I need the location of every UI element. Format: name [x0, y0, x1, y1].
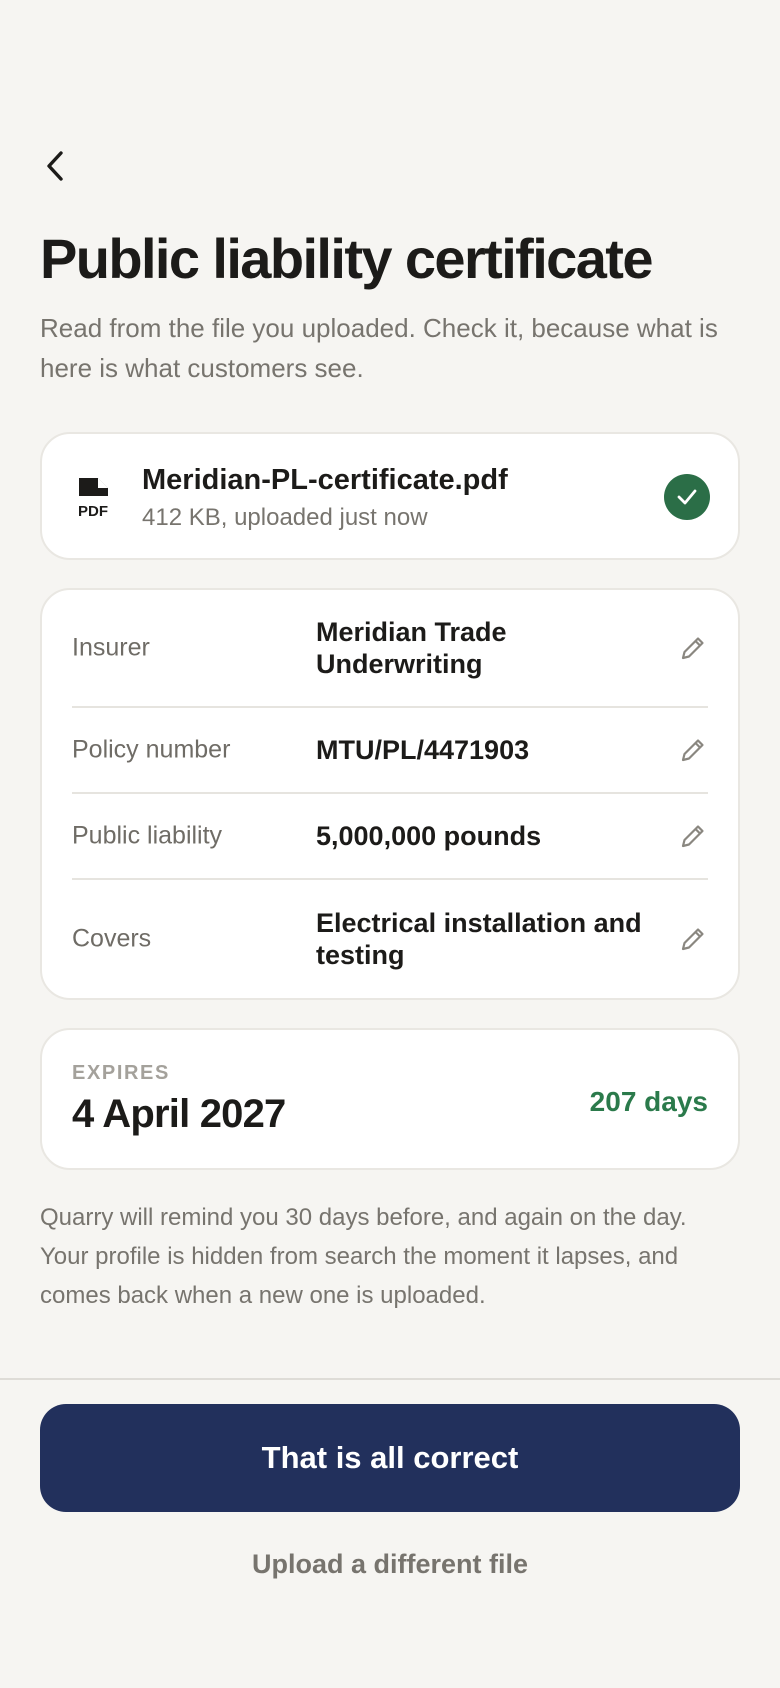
pencil-icon	[681, 739, 704, 762]
uploaded-file-card: PDF Meridian-PL-certificate.pdf 412 KB, …	[40, 432, 740, 560]
expiry-card: EXPIRES 4 April 2027 207 days	[40, 1028, 740, 1170]
detail-label: Policy number	[72, 735, 231, 764]
pdf-icon-label: PDF	[78, 503, 108, 520]
edit-public-liability-button[interactable]	[678, 821, 708, 851]
detail-row-public-liability: Public liability 5,000,000 pounds	[72, 794, 708, 880]
page-subtitle: Read from the file you uploaded. Check i…	[40, 313, 718, 383]
pdf-file-icon: PDF	[78, 478, 108, 520]
detail-value: 5,000,000 pounds	[316, 821, 542, 851]
footer-divider	[0, 1378, 780, 1380]
detail-row-insurer: Insurer Meridian Trade Underwriting	[72, 590, 708, 708]
edit-insurer-button[interactable]	[678, 633, 708, 663]
file-name: Meridian-PL-certificate.pdf	[142, 464, 508, 496]
pencil-icon	[681, 928, 704, 951]
detail-value: MTU/PL/4471903	[316, 735, 530, 765]
detail-label: Covers	[72, 924, 152, 953]
expiry-date: 4 April 2027	[72, 1092, 286, 1136]
pencil-icon	[681, 637, 704, 660]
detail-value: Electrical installation and testing	[316, 908, 642, 970]
detail-label: Public liability	[72, 821, 223, 850]
detail-row-covers: Covers Electrical installation and testi…	[72, 880, 708, 998]
confirm-button[interactable]: That is all correct	[40, 1404, 740, 1512]
file-meta: 412 KB, uploaded just now	[142, 504, 428, 531]
pencil-icon	[681, 825, 704, 848]
back-button[interactable]	[36, 146, 76, 186]
certificate-details-card: Insurer Meridian Trade Underwriting Poli…	[40, 588, 740, 1000]
page-title: Public liability certificate	[40, 227, 653, 290]
check-circle-icon	[664, 474, 710, 520]
edit-covers-button[interactable]	[678, 924, 708, 954]
edit-policy-number-button[interactable]	[678, 735, 708, 765]
reminder-note: Quarry will remind you 30 days before, a…	[40, 1204, 687, 1309]
detail-row-policy-number: Policy number MTU/PL/4471903	[72, 708, 708, 794]
days-remaining: 207 days	[589, 1086, 708, 1117]
detail-value: Meridian Trade Underwriting	[316, 617, 507, 679]
detail-label: Insurer	[72, 633, 150, 662]
expiry-label: EXPIRES	[72, 1062, 170, 1084]
chevron-left-icon	[47, 151, 63, 181]
upload-different-file-button[interactable]: Upload a different file	[40, 1538, 740, 1590]
certificate-review-screen: Public liability certificate Read from t…	[0, 0, 780, 1688]
